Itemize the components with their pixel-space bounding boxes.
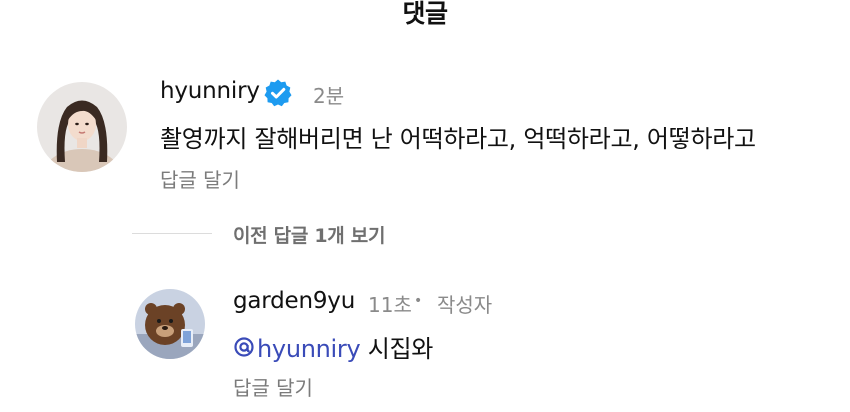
divider bbox=[132, 233, 212, 234]
view-previous-replies-button[interactable]: 이전 답글 1개 보기 bbox=[233, 221, 385, 248]
reply-button[interactable]: 답글 달기 bbox=[160, 164, 240, 193]
reply-message: 시집와 bbox=[367, 335, 434, 363]
reply-button[interactable]: 답글 달기 bbox=[233, 372, 313, 401]
meta-separator: • bbox=[414, 293, 423, 309]
verified-badge-icon bbox=[263, 78, 293, 108]
author-badge: 작성자 bbox=[437, 293, 493, 317]
threads-at-icon bbox=[233, 336, 255, 364]
avatar[interactable] bbox=[135, 289, 205, 359]
comment-username[interactable]: hyunniry bbox=[160, 78, 260, 104]
mention-link[interactable]: hyunniry bbox=[233, 335, 361, 364]
reply-text: hyunniry 시집와 bbox=[233, 329, 433, 364]
avatar[interactable] bbox=[37, 82, 127, 172]
reply-username[interactable]: garden9yu bbox=[233, 288, 355, 314]
comment-timestamp: 2분 bbox=[313, 84, 345, 108]
page-title: 댓글 bbox=[402, 0, 448, 28]
reply-timestamp: 11초 bbox=[368, 293, 412, 317]
mention-username: hyunniry bbox=[257, 335, 361, 363]
comment-text: 촬영까지 잘해버리면 난 어떡하라고, 억떡하라고, 어떻하라고 bbox=[160, 125, 756, 153]
